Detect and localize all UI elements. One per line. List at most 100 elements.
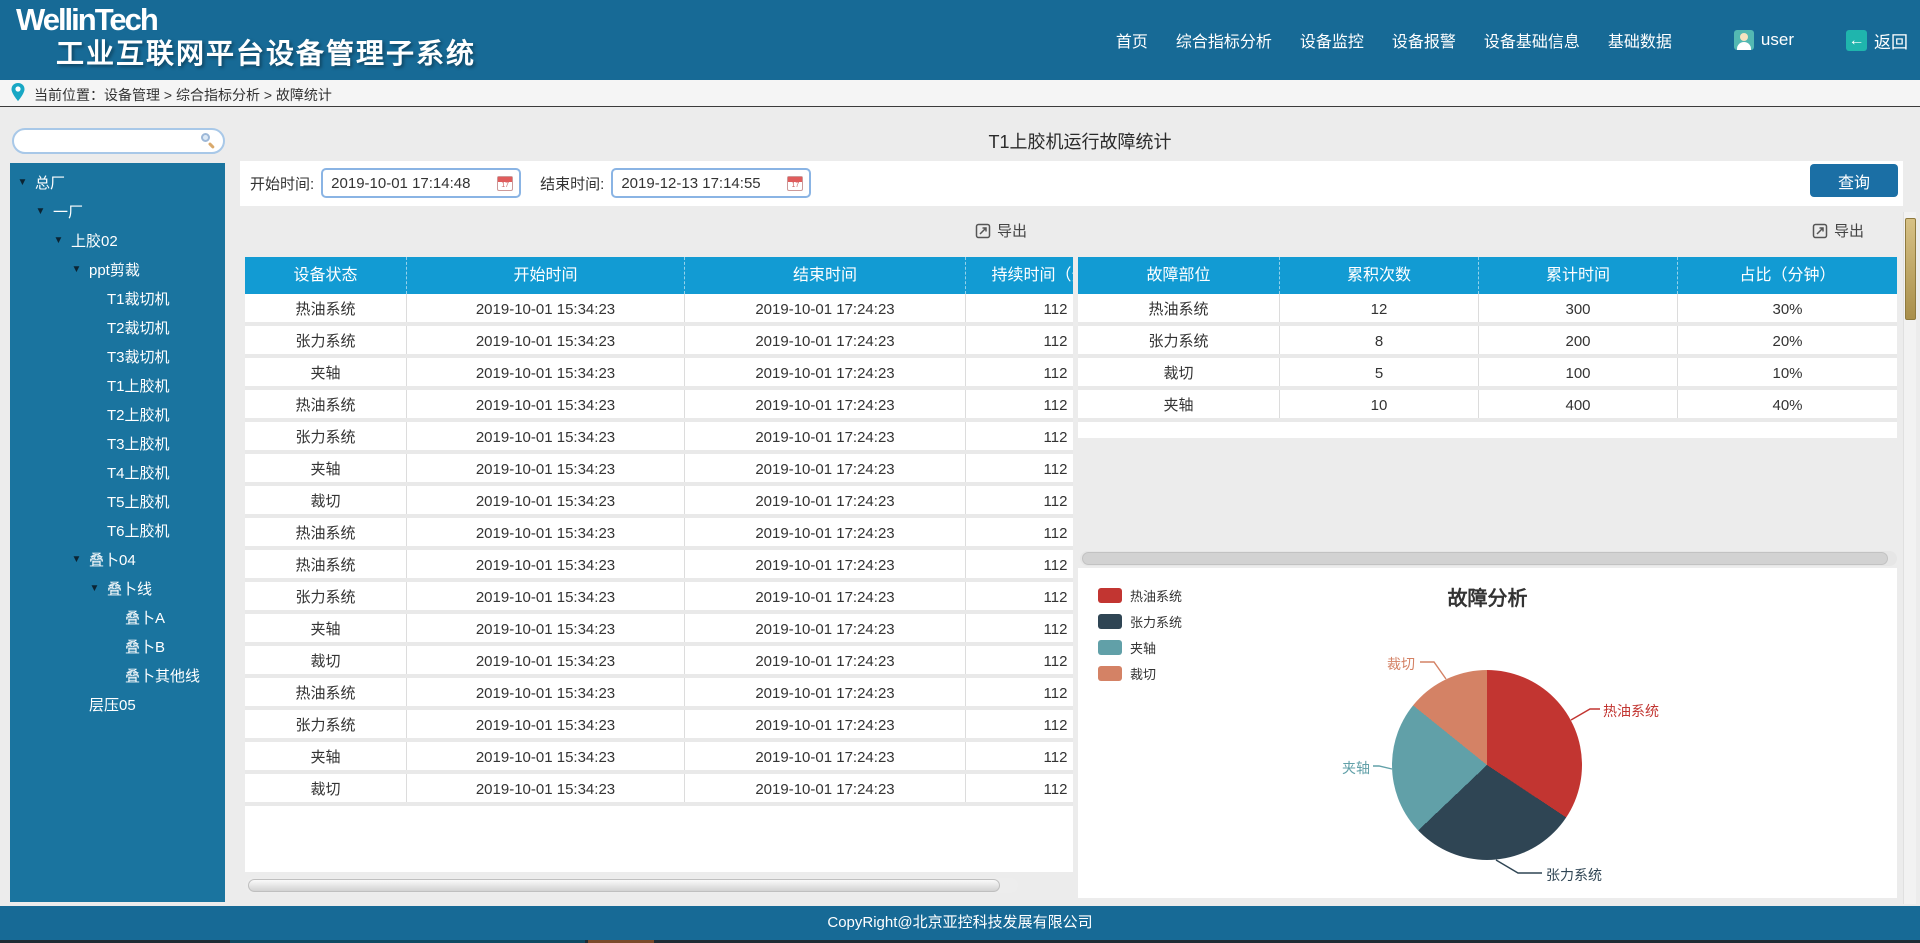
export-icon — [975, 223, 991, 239]
table-cell: 裁切 — [245, 486, 406, 514]
tree-item[interactable]: ▼T1裁切机 — [10, 284, 225, 313]
legend-item-3[interactable]: 裁切 — [1098, 660, 1182, 686]
tree-item[interactable]: ▼T2上胶机 — [10, 400, 225, 429]
tree-item-label: ppt剪裁 — [89, 259, 140, 280]
calendar-icon[interactable] — [497, 176, 513, 191]
tree-item-label: T2裁切机 — [107, 317, 170, 338]
callout-line-jiazhou — [1373, 766, 1392, 769]
export-icon — [1812, 223, 1828, 239]
right-panel-hscroll-thumb[interactable] — [1082, 552, 1888, 565]
tree-item-label: T2上胶机 — [107, 404, 170, 425]
pie-label-caiqie: 裁切 — [1387, 654, 1415, 674]
tree-expand-icon[interactable]: ▼ — [88, 583, 101, 594]
end-time-field[interactable] — [611, 168, 811, 198]
table-cell: 2019-10-01 17:24:23 — [684, 646, 965, 674]
chart-legend: 热油系统张力系统夹轴裁切 — [1098, 582, 1182, 686]
start-time-field[interactable] — [321, 168, 521, 198]
pie-label-zhangli: 张力系统 — [1546, 865, 1602, 885]
tree-item[interactable]: ▼叠卜B — [10, 632, 225, 661]
export-right-link[interactable]: 导出 — [1812, 220, 1864, 241]
tree-item-label: 叠卜其他线 — [125, 665, 200, 686]
table-cell: 夹轴 — [1078, 390, 1279, 418]
tree-expand-icon[interactable]: ▼ — [70, 264, 83, 275]
nav-item-0[interactable]: 首页 — [1102, 22, 1162, 58]
table-row: 张力系统2019-10-01 15:34:232019-10-01 17:24:… — [245, 710, 1073, 742]
tree-item[interactable]: ▼T6上胶机 — [10, 516, 225, 545]
end-time-input[interactable] — [621, 175, 787, 192]
legend-item-0[interactable]: 热油系统 — [1098, 582, 1182, 608]
tree-item[interactable]: ▼上胶02 — [10, 226, 225, 255]
table-cell: 2019-10-01 17:24:23 — [684, 294, 965, 322]
table-cell: 张力系统 — [245, 422, 406, 450]
tree-item-label: T3上胶机 — [107, 433, 170, 454]
start-time-input[interactable] — [331, 175, 497, 192]
tree-item[interactable]: ▼叠卜其他线 — [10, 661, 225, 690]
user-avatar-icon — [1734, 30, 1754, 50]
tree-item[interactable]: ▼T1上胶机 — [10, 371, 225, 400]
table-cell: 2019-10-01 15:34:23 — [406, 742, 684, 770]
tree-item[interactable]: ▼总厂 — [10, 168, 225, 197]
tree-item[interactable]: ▼T3裁切机 — [10, 342, 225, 371]
nav-item-1[interactable]: 综合指标分析 — [1162, 22, 1286, 58]
table-cell: 2019-10-01 15:34:23 — [406, 390, 684, 418]
table-row: 张力系统820020% — [1078, 326, 1897, 358]
table-cell: 300 — [1478, 294, 1677, 322]
table-cell: 400 — [1478, 390, 1677, 418]
tree-item-label: 叠卜04 — [89, 549, 136, 570]
table-cell: 张力系统 — [245, 710, 406, 738]
nav-item-4[interactable]: 设备基础信息 — [1470, 22, 1594, 58]
search-input[interactable] — [12, 128, 225, 154]
table-cell: 热油系统 — [245, 294, 406, 322]
tree-item[interactable]: ▼层压05 — [10, 690, 225, 719]
nav-item-2[interactable]: 设备监控 — [1286, 22, 1378, 58]
left-table-hscroll-thumb[interactable] — [248, 879, 1000, 892]
fault-analysis-chart: 故障分析 热油系统张力系统夹轴裁切 裁切 热油系统 夹轴 张力系统 — [1078, 568, 1897, 898]
nav-item-5[interactable]: 基础数据 — [1594, 22, 1686, 58]
table-cell: 20% — [1677, 326, 1897, 354]
location-pin-icon — [10, 82, 26, 103]
table-cell: 112 — [965, 646, 1073, 674]
end-time-label: 结束时间: — [540, 173, 604, 194]
main-nav: 首页综合指标分析设备监控设备报警设备基础信息基础数据 user ← 返回 — [1102, 0, 1908, 80]
table-header-row: 设备状态开始时间结束时间持续时间（分钟） — [245, 257, 1073, 294]
table-cell: 夹轴 — [245, 454, 406, 482]
legend-item-2[interactable]: 夹轴 — [1098, 634, 1182, 660]
table-row: 裁切510010% — [1078, 358, 1897, 390]
page-vscroll-thumb[interactable] — [1905, 218, 1916, 320]
back-arrow-icon: ← — [1846, 30, 1867, 51]
fault-records-table: 设备状态开始时间结束时间持续时间（分钟）热油系统2019-10-01 15:34… — [245, 257, 1073, 806]
table-cell: 112 — [965, 486, 1073, 514]
tree-item[interactable]: ▼T4上胶机 — [10, 458, 225, 487]
tree-item[interactable]: ▼ 叠卜04 — [10, 545, 225, 574]
start-time-label: 开始时间: — [250, 173, 314, 194]
search-icon[interactable] — [201, 133, 217, 149]
tree-item-label: T4上胶机 — [107, 462, 170, 483]
tree-item[interactable]: ▼叠卜线 — [10, 574, 225, 603]
legend-item-1[interactable]: 张力系统 — [1098, 608, 1182, 634]
table-cell: 2019-10-01 15:34:23 — [406, 486, 684, 514]
user-menu[interactable]: user — [1734, 30, 1794, 50]
table-header-cell: 结束时间 — [684, 257, 965, 294]
tree-item[interactable]: ▼T2裁切机 — [10, 313, 225, 342]
query-button[interactable]: 查询 — [1810, 164, 1898, 197]
table-cell: 2019-10-01 17:24:23 — [684, 614, 965, 642]
pie-label-jiazhou: 夹轴 — [1342, 758, 1370, 778]
tree-item[interactable]: ▼叠卜A — [10, 603, 225, 632]
table-cell: 112 — [965, 742, 1073, 770]
nav-items: 首页综合指标分析设备监控设备报警设备基础信息基础数据 — [1102, 22, 1686, 58]
tree-expand-icon[interactable]: ▼ — [16, 177, 29, 188]
tree-expand-icon[interactable]: ▼ — [52, 235, 65, 246]
nav-item-3[interactable]: 设备报警 — [1378, 22, 1470, 58]
back-button[interactable]: ← 返回 — [1846, 28, 1908, 53]
tree-expand-icon[interactable]: ▼ — [34, 206, 47, 217]
tree-expand-icon[interactable]: ▼ — [70, 554, 83, 565]
pie-chart[interactable] — [1392, 670, 1582, 860]
tree-item[interactable]: ▼T5上胶机 — [10, 487, 225, 516]
callout-line-reyou — [1571, 709, 1600, 720]
table-cell: 2019-10-01 15:34:23 — [406, 294, 684, 322]
export-left-link[interactable]: 导出 — [975, 220, 1027, 241]
tree-item[interactable]: ▼T3上胶机 — [10, 429, 225, 458]
tree-item[interactable]: ▼一厂 — [10, 197, 225, 226]
tree-item[interactable]: ▼ ppt剪裁 — [10, 255, 225, 284]
calendar-icon[interactable] — [787, 176, 803, 191]
